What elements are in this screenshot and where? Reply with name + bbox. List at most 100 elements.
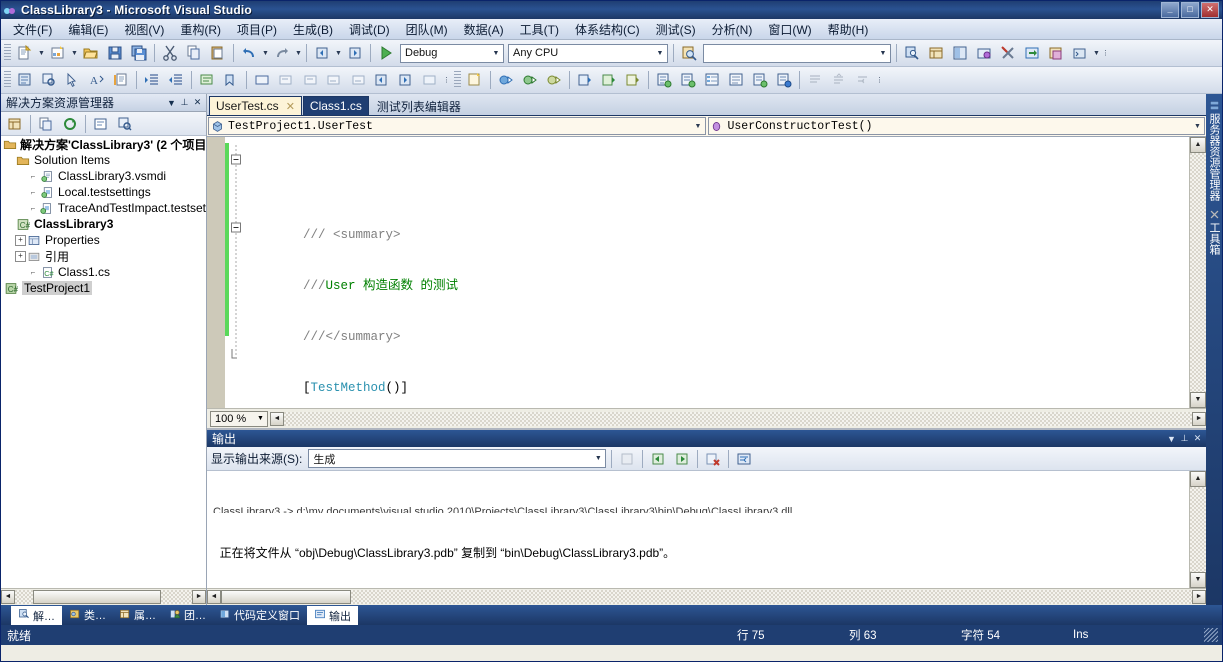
tree-item-classlibrary3[interactable]: C# ClassLibrary3: [1, 216, 206, 232]
scroll-thumb[interactable]: [221, 590, 351, 604]
maximize-button[interactable]: □: [1181, 2, 1199, 18]
command-window-icon[interactable]: [1068, 42, 1092, 65]
output-source-combo[interactable]: 生成 ▼: [308, 449, 607, 468]
navigate-backward-icon[interactable]: [310, 42, 334, 65]
start-debugging-icon[interactable]: [374, 42, 398, 65]
save-icon[interactable]: [103, 42, 127, 65]
debug-tests-3-icon[interactable]: [621, 69, 645, 92]
bottom-tab-team-explorer[interactable]: 团…: [163, 606, 212, 624]
menu-team[interactable]: 团队(M): [398, 19, 456, 40]
scroll-up-button[interactable]: ▲: [1190, 137, 1206, 153]
callbrowser-3-icon[interactable]: [322, 69, 346, 92]
scroll-left-button[interactable]: ◄: [270, 411, 284, 426]
solution-explorer-icon[interactable]: [900, 42, 924, 65]
find-in-files-icon[interactable]: [677, 42, 701, 65]
toolbar-grip-2[interactable]: [4, 71, 11, 89]
vertical-tab-server-explorer[interactable]: 服务器资源管理器: [1205, 96, 1222, 205]
menu-refactor[interactable]: 重构(R): [172, 19, 229, 40]
go-to-next-icon[interactable]: [670, 447, 694, 470]
copy-icon[interactable]: [182, 42, 206, 65]
refresh-icon[interactable]: [58, 112, 82, 135]
bottom-tab-output[interactable]: 输出: [307, 605, 358, 625]
test-runs-icon[interactable]: [724, 69, 748, 92]
test-impact-view-icon[interactable]: [1044, 42, 1068, 65]
toolbar-options-2-icon[interactable]: ⋮: [442, 70, 451, 91]
chevron-down-icon[interactable]: ▼: [489, 50, 503, 57]
tree-item-class1-cs[interactable]: ⌐ C# Class1.cs: [1, 264, 206, 280]
rectangle-icon[interactable]: [250, 69, 274, 92]
scroll-track[interactable]: [1190, 487, 1206, 572]
navigate-forward-icon[interactable]: [343, 42, 367, 65]
tree-item-testproject1[interactable]: C# TestProject1: [1, 280, 206, 296]
type-navigation-combo[interactable]: TestProject1.UserTest ▼: [208, 117, 706, 135]
chevron-down-icon[interactable]: ▼: [653, 50, 667, 57]
pin-icon[interactable]: ⊥: [1178, 432, 1191, 445]
callbrowser-2-icon[interactable]: [298, 69, 322, 92]
scroll-left-button[interactable]: ◄: [207, 590, 221, 604]
scroll-track[interactable]: [221, 590, 1192, 604]
tab-usertest-cs[interactable]: UserTest.cs ✕: [209, 96, 302, 115]
outlining-margin[interactable]: [229, 137, 243, 408]
editor-vscrollbar[interactable]: ▲ ▼: [1189, 137, 1206, 408]
menu-tools[interactable]: 工具(T): [512, 19, 567, 40]
properties-icon[interactable]: [3, 112, 27, 135]
undo-dropdown-icon[interactable]: ▼: [261, 43, 270, 64]
decrease-indent-icon[interactable]: [164, 69, 188, 92]
tree-item-solution-items[interactable]: Solution Items: [1, 152, 206, 168]
solution-tree[interactable]: 解决方案'ClassLibrary3' (2 个项目 Solution Item…: [1, 136, 206, 588]
undo-icon[interactable]: [237, 42, 261, 65]
toolbar-options-icon[interactable]: ⋮: [1101, 43, 1110, 64]
chevron-down-icon[interactable]: ▼: [254, 415, 267, 422]
close-button[interactable]: ✕: [1201, 2, 1219, 18]
vertical-tab-toolbox[interactable]: 工具箱: [1205, 205, 1222, 259]
chevron-down-icon[interactable]: ▼: [1165, 432, 1178, 445]
chevron-down-icon[interactable]: ▼: [591, 455, 605, 462]
test-impact-icon[interactable]: [772, 69, 796, 92]
output-vscrollbar[interactable]: ▲ ▼: [1189, 471, 1206, 588]
close-icon[interactable]: ✕: [286, 100, 295, 113]
increase-indent-icon[interactable]: [140, 69, 164, 92]
scroll-down-button[interactable]: ▼: [1190, 392, 1206, 408]
error-list-icon[interactable]: [996, 42, 1020, 65]
redo-icon[interactable]: [270, 42, 294, 65]
solution-configuration-combo[interactable]: Debug ▼: [400, 43, 504, 63]
redo-dropdown-icon[interactable]: ▼: [294, 43, 303, 64]
view-code-icon[interactable]: [89, 112, 113, 135]
toolbar-grip[interactable]: [4, 44, 11, 62]
chevron-down-icon[interactable]: ▼: [876, 50, 890, 57]
output-window-icon[interactable]: [1020, 42, 1044, 65]
tree-item-properties[interactable]: + Properties: [1, 232, 206, 248]
tab-class1-cs[interactable]: Class1.cs: [302, 96, 369, 115]
scroll-thumb[interactable]: [33, 590, 161, 604]
refresh-browser-icon[interactable]: [418, 69, 442, 92]
menu-architecture[interactable]: 体系结构(C): [567, 19, 648, 40]
member-navigation-combo[interactable]: UserConstructorTest() ▼: [707, 117, 1205, 135]
tree-item-vsmdi[interactable]: ⌐ ClassLibrary3.vsmdi: [1, 168, 206, 184]
menu-test[interactable]: 测试(S): [648, 19, 704, 40]
minimize-button[interactable]: _: [1161, 2, 1179, 18]
code-editor[interactable]: /// <summary> ///User 构造函数 的测试 ///</summ…: [207, 137, 1206, 408]
resize-grip-icon[interactable]: [1204, 628, 1218, 642]
find-combo[interactable]: ▼: [703, 43, 891, 63]
menu-build[interactable]: 生成(B): [285, 19, 341, 40]
scroll-right-button[interactable]: ►: [1192, 590, 1206, 604]
menu-debug[interactable]: 调试(D): [341, 19, 398, 40]
callbrowser-1-icon[interactable]: [274, 69, 298, 92]
menu-file[interactable]: 文件(F): [5, 19, 60, 40]
scroll-track[interactable]: [15, 590, 192, 604]
menu-data[interactable]: 数据(A): [456, 19, 512, 40]
navigate-to-icon[interactable]: [61, 69, 85, 92]
move-up-icon[interactable]: [827, 69, 851, 92]
bottom-tab-class-view[interactable]: 类…: [63, 606, 112, 624]
toolbar-grip-3[interactable]: [454, 71, 461, 89]
new-test-icon[interactable]: [463, 69, 487, 92]
clear-all-icon[interactable]: [701, 447, 725, 470]
zoom-combo[interactable]: 100 % ▼: [210, 410, 268, 427]
nav-forward-icon[interactable]: [394, 69, 418, 92]
toggle-bookmark-icon[interactable]: [219, 69, 243, 92]
close-icon[interactable]: ✕: [191, 96, 204, 109]
cut-icon[interactable]: [158, 42, 182, 65]
run-tests-2-icon[interactable]: [518, 69, 542, 92]
wrap-icon[interactable]: [851, 69, 875, 92]
align-icon[interactable]: [803, 69, 827, 92]
